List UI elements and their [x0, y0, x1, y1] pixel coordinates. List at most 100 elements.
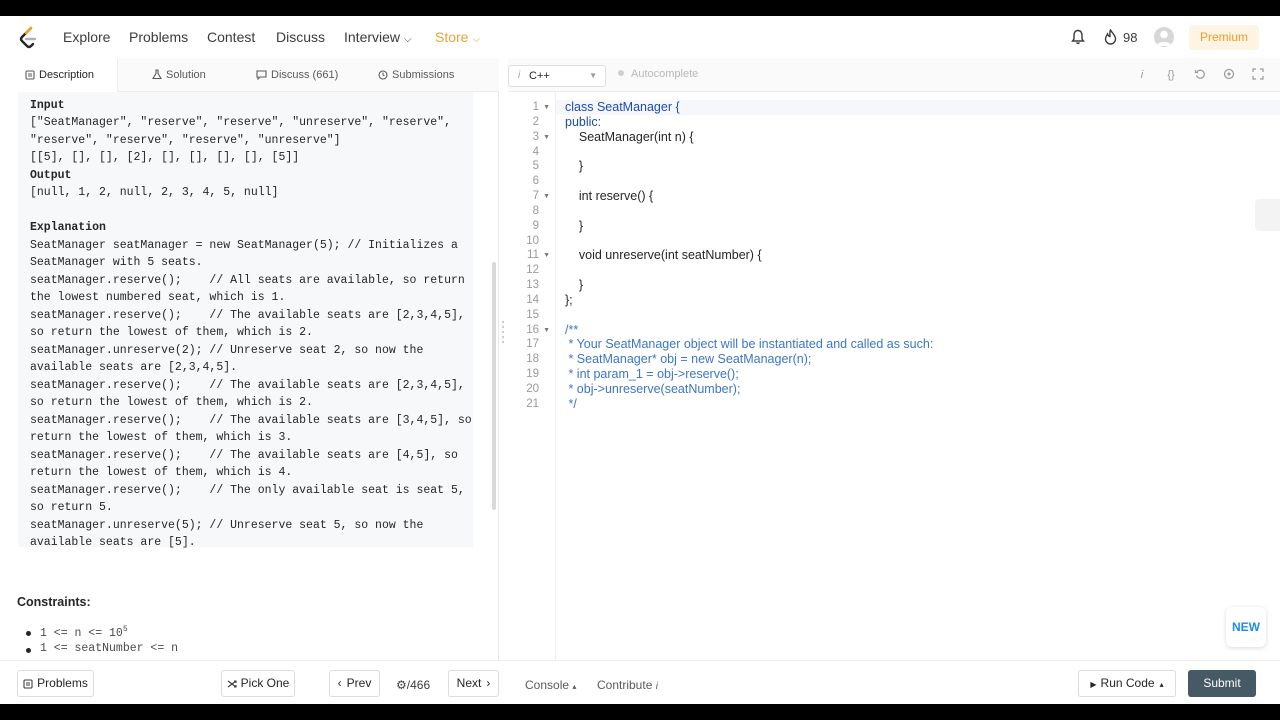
reset-icon[interactable]: [1193, 68, 1207, 82]
line-number: 19: [526, 368, 539, 380]
caret-down-icon: ▼: [589, 71, 597, 80]
tab-description[interactable]: Description: [0, 58, 118, 92]
side-panel-tab[interactable]: [1255, 199, 1280, 231]
nav-store-label: Store: [435, 29, 469, 45]
user-icon: [1157, 30, 1171, 46]
clock-icon: [378, 70, 388, 80]
tab-solution-label: Solution: [166, 69, 206, 81]
fold-arrow-icon[interactable]: ▼: [543, 100, 550, 115]
nav-explore[interactable]: Explore: [63, 29, 110, 45]
pick-one-label: Pick One: [240, 676, 290, 690]
nav-problems[interactable]: Problems: [129, 29, 188, 45]
chat-icon: [256, 70, 267, 81]
fold-arrow-icon[interactable]: ▼: [543, 130, 550, 145]
code-line[interactable]: /**: [565, 323, 578, 338]
settings-icon[interactable]: [1222, 68, 1236, 82]
input-line: "reserve", "reserve", "reserve", "unrese…: [30, 134, 341, 147]
code-line[interactable]: }: [565, 278, 583, 293]
tab-submissions-label: Submissions: [392, 69, 455, 81]
avatar[interactable]: [1154, 27, 1174, 47]
fullscreen-icon[interactable]: [1251, 68, 1265, 82]
next-label: Next: [456, 676, 482, 690]
nav-store[interactable]: Store ⌵: [435, 29, 480, 45]
line-number: 2: [532, 116, 539, 128]
explanation-line: seatManager.reserve(); // The available …: [30, 309, 465, 322]
output-label: Output: [30, 167, 71, 184]
braces-icon[interactable]: {}: [1164, 68, 1178, 82]
fold-arrow-icon[interactable]: ▼: [543, 248, 550, 263]
line-number: 13: [526, 279, 539, 291]
code-line[interactable]: */: [565, 397, 576, 412]
explanation-line: seatManager.reserve(); // The available …: [30, 414, 472, 427]
description-scrollbar[interactable]: [492, 262, 496, 510]
leetcode-logo-icon[interactable]: [18, 26, 38, 50]
tab-description-label: Description: [39, 69, 95, 81]
gear-icon: ⚙: [396, 678, 407, 692]
input-label-text: Input: [30, 99, 65, 112]
code-line[interactable]: public:: [565, 115, 601, 130]
settings-glyph: [1223, 68, 1235, 80]
nav-discuss[interactable]: Discuss: [276, 29, 325, 45]
code-line[interactable]: * int param_1 = obj->reserve();: [565, 367, 738, 382]
bottom-bar: Problems Pick One ‹ Prev ⚙/466 Next › Cons…: [0, 660, 1280, 704]
autocomplete-toggle[interactable]: Autocomplete: [618, 68, 698, 80]
prev-button[interactable]: ‹ Prev: [329, 670, 380, 697]
code-line[interactable]: * Your SeatManager object will be instan…: [565, 337, 933, 352]
code-line[interactable]: SeatManager(int n) {: [565, 130, 694, 145]
contribute-link[interactable]: Contribute i: [597, 678, 658, 692]
code-line[interactable]: * SeatManager* obj = new SeatManager(n);: [565, 352, 811, 367]
fold-arrow-icon[interactable]: ▼: [543, 323, 550, 338]
nav-interview[interactable]: Interview ⌵: [344, 29, 412, 45]
chevron-down-icon: ⌵: [472, 34, 481, 45]
console-toggle[interactable]: Console ▴: [525, 678, 576, 692]
code-line[interactable]: void unreserve(int seatNumber) {: [565, 248, 762, 263]
line-number-gutter: 1 ▼ 2 3 ▼ 4 5 6 7 ▼ 8 9 10 11 ▼ 12 13 14 15 …: [508, 92, 556, 660]
example-block: Input ["SeatManager", "reserve", "reserv…: [18, 92, 473, 549]
explanation-line: seatManager.unreserve(2); // Unreserve s…: [30, 344, 424, 357]
explanation-line: so return 5.: [30, 501, 113, 514]
bell-icon[interactable]: [1071, 29, 1085, 45]
explanation-line: return the lowest of them, which is 4.: [30, 466, 293, 479]
pick-one-button[interactable]: Pick One: [221, 670, 295, 697]
chevron-down-icon: ⌵: [404, 34, 412, 45]
premium-button[interactable]: Premium: [1189, 25, 1259, 50]
problem-counter-total: /466: [406, 678, 431, 692]
language-value: C++: [529, 70, 550, 82]
language-select[interactable]: i C++ ▼: [508, 65, 606, 87]
submit-button[interactable]: Submit: [1188, 670, 1256, 697]
new-feature-badge[interactable]: NEW: [1226, 607, 1266, 647]
caret-up-icon: ▴: [572, 682, 577, 691]
code-line[interactable]: * obj->unreserve(seatNumber);: [565, 382, 740, 397]
info-icon[interactable]: i: [1135, 68, 1149, 82]
code-line[interactable]: }: [565, 159, 583, 174]
run-code-button[interactable]: ▶ Run Code ▴: [1078, 670, 1176, 697]
code-editor[interactable]: class SeatManager { public: SeatManager(…: [556, 92, 1280, 660]
code-line[interactable]: class SeatManager {: [565, 100, 680, 115]
problems-list-button[interactable]: Problems: [17, 670, 94, 697]
nav-contest[interactable]: Contest: [207, 29, 255, 45]
tab-solution[interactable]: Solution: [152, 58, 206, 92]
explanation-line: seatManager.reserve(); // The available …: [30, 449, 458, 462]
play-icon: ▶: [1090, 680, 1097, 689]
top-navigation: Explore Problems Contest Discuss Intervi…: [0, 16, 1280, 58]
code-line[interactable]: }: [565, 219, 583, 234]
fold-arrow-icon[interactable]: ▼: [543, 189, 550, 204]
flame-icon[interactable]: [1104, 29, 1117, 45]
panel-resize-handle[interactable]: [500, 318, 506, 362]
tab-discuss[interactable]: Discuss (661): [256, 58, 338, 92]
code-line[interactable]: int reserve() {: [565, 189, 653, 204]
run-code-label: Run Code: [1100, 676, 1155, 690]
line-number: 18: [526, 353, 539, 365]
next-button[interactable]: Next ›: [448, 670, 499, 697]
explanation-line: seatManager.reserve(); // The available …: [30, 379, 465, 392]
explanation-label: Explanation: [30, 219, 106, 236]
constraint-text: 1 <= n <= 10: [40, 626, 123, 640]
constraint-item: 1 <= n <= 105: [26, 625, 128, 640]
input-line: ["SeatManager", "reserve", "reserve", "u…: [30, 116, 451, 129]
input-line: [[5], [], [], [2], [], [], [], [], [5]]: [30, 151, 300, 164]
output-line: [null, 1, 2, null, 2, 3, 4, 5, null]: [30, 186, 279, 199]
console-label: Console: [525, 678, 570, 692]
document-icon: [25, 70, 35, 80]
code-line[interactable]: };: [565, 293, 573, 308]
tab-submissions[interactable]: Submissions: [378, 58, 454, 92]
